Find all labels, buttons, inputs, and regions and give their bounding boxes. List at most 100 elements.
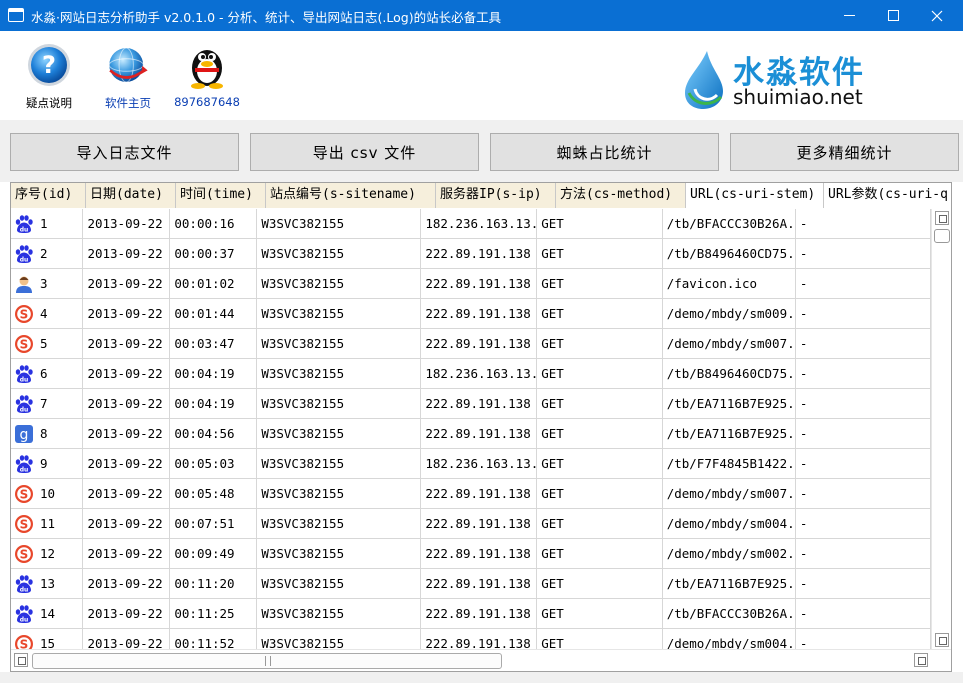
cell-sitename: W3SVC382155 [257, 269, 422, 298]
svg-text:S: S [20, 637, 29, 649]
table-row[interactable]: S 10 2013-09-22 00:05:48 W3SVC382155 222.89.1… [11, 479, 931, 509]
column-header-server-ip[interactable]: 服务器IP(s-ip) [436, 183, 556, 208]
cell-date: 2013-09-22 [83, 359, 171, 388]
svg-text:du: du [20, 466, 29, 473]
cell-method: GET [537, 209, 663, 238]
qq-number-label: 897687648 [174, 95, 240, 109]
horizontal-scrollbar[interactable] [11, 649, 951, 671]
row-id-text: 9 [40, 456, 48, 471]
svg-text:S: S [20, 487, 29, 501]
column-header-id[interactable]: 序号(id) [11, 183, 86, 208]
table-row[interactable]: du 7 2013-09-22 00:04:19 W3SVC382155 222.89.1… [11, 389, 931, 419]
sogou-spider-icon: S [14, 304, 34, 324]
scroll-right-arrow[interactable] [914, 653, 928, 667]
cell-date: 2013-09-22 [83, 269, 171, 298]
vertical-scroll-thumb[interactable] [934, 229, 950, 243]
column-header-date[interactable]: 日期(date) [86, 183, 176, 208]
table-row[interactable]: S 12 2013-09-22 00:09:49 W3SVC382155 222.89.1… [11, 539, 931, 569]
row-id-text: 1 [40, 216, 48, 231]
table-row[interactable]: S 15 2013-09-22 00:11:52 W3SVC382155 222.89.1… [11, 629, 931, 649]
cell-method: GET [537, 299, 663, 328]
maximize-button[interactable] [870, 0, 916, 31]
cell-sitename: W3SVC382155 [257, 419, 422, 448]
table-row[interactable]: du 14 2013-09-22 00:11:25 W3SVC382155 222.89.… [11, 599, 931, 629]
cell-date: 2013-09-22 [83, 599, 171, 628]
cell-uri-query: - [796, 419, 931, 448]
cell-id: du 1 [11, 209, 84, 238]
minimize-button[interactable] [826, 0, 872, 31]
export-csv-button[interactable]: 导出 csv 文件 [250, 133, 479, 171]
homepage-tool-button[interactable]: 软件主页 [93, 40, 163, 111]
column-header-uri-stem[interactable]: URL(cs-uri-stem) [686, 183, 824, 208]
cell-method: GET [537, 449, 663, 478]
scroll-left-arrow[interactable] [14, 653, 28, 667]
cell-time: 00:05:03 [170, 449, 258, 478]
cell-date: 2013-09-22 [83, 569, 171, 598]
cell-uri-stem: /tb/B8496460CD75. [663, 359, 796, 388]
sogou-spider-icon: S [14, 544, 34, 564]
help-tool-button[interactable]: ? 疑点说明 [14, 40, 84, 111]
svg-text:S: S [20, 517, 29, 531]
column-header-method[interactable]: 方法(cs-method) [556, 183, 686, 208]
table-row[interactable]: du 2 2013-09-22 00:00:37 W3SVC382155 222.89.1… [11, 239, 931, 269]
column-header-time[interactable]: 时间(time) [176, 183, 266, 208]
table-row[interactable]: du 9 2013-09-22 00:05:03 W3SVC382155 182.236.… [11, 449, 931, 479]
import-log-button[interactable]: 导入日志文件 [10, 133, 239, 171]
qq-contact-button[interactable]: 897687648 [172, 40, 242, 109]
cell-uri-stem: /demo/mbdy/sm004. [663, 629, 796, 649]
table-row[interactable]: du 13 2013-09-22 00:11:20 W3SVC382155 222.89.… [11, 569, 931, 599]
cell-server-ip: 182.236.163.13. [421, 449, 538, 478]
sogou-spider-icon: S [14, 514, 34, 534]
table-row[interactable]: S 5 2013-09-22 00:03:47 W3SVC382155 222.89.19… [11, 329, 931, 359]
table-row[interactable]: S 4 2013-09-22 00:01:44 W3SVC382155 222.89.19… [11, 299, 931, 329]
cell-date: 2013-09-22 [83, 329, 171, 358]
cell-time: 00:00:37 [170, 239, 258, 268]
cell-time: 00:11:52 [170, 629, 258, 649]
column-header-uri-query[interactable]: URL参数(cs-uri-q [824, 183, 951, 208]
cell-uri-stem: /tb/BFACCC30B26A. [663, 599, 796, 628]
close-icon [931, 10, 943, 21]
cell-uri-query: - [796, 449, 931, 478]
baidu-spider-icon: du [14, 364, 34, 384]
cell-date: 2013-09-22 [83, 449, 171, 478]
column-header-sitename[interactable]: 站点编号(s-sitename) [266, 183, 436, 208]
cell-time: 00:04:19 [170, 389, 258, 418]
cell-server-ip: 222.89.191.138 [421, 569, 538, 598]
maximize-icon [887, 10, 899, 21]
cell-sitename: W3SVC382155 [257, 449, 422, 478]
baidu-spider-icon: du [14, 604, 34, 624]
cell-uri-stem: /demo/mbdy/sm009. [663, 299, 796, 328]
detailed-stats-button[interactable]: 更多精细统计 [730, 133, 959, 171]
cell-sitename: W3SVC382155 [257, 329, 422, 358]
cell-date: 2013-09-22 [83, 209, 171, 238]
cell-sitename: W3SVC382155 [257, 359, 422, 388]
table-row[interactable]: S 11 2013-09-22 00:07:51 W3SVC382155 222.89.1… [11, 509, 931, 539]
table-row[interactable]: du 1 2013-09-22 00:00:16 W3SVC382155 182.236.… [11, 209, 931, 239]
cell-id: S 11 [11, 509, 84, 538]
log-data-grid[interactable]: 序号(id) 日期(date) 时间(time) 站点编号(s-sitename… [10, 182, 952, 672]
close-button[interactable] [914, 0, 960, 31]
horizontal-scroll-thumb[interactable] [32, 653, 502, 669]
row-id-text: 6 [40, 366, 48, 381]
cell-uri-query: - [796, 299, 931, 328]
table-row[interactable]: du 6 2013-09-22 00:04:19 W3SVC382155 182.236.… [11, 359, 931, 389]
cell-date: 2013-09-22 [83, 299, 171, 328]
cell-uri-stem: /tb/F7F4845B1422. [663, 449, 796, 478]
svg-text:S: S [20, 307, 29, 321]
cell-date: 2013-09-22 [83, 629, 171, 649]
row-id-text: 5 [40, 336, 48, 351]
cell-method: GET [537, 509, 663, 538]
scroll-down-arrow[interactable] [935, 633, 949, 647]
scroll-up-arrow[interactable] [935, 211, 949, 225]
window-title: 水淼·网站日志分析助手 v2.0.1.0 - 分析、统计、导出网站日志(.Log… [31, 10, 502, 25]
cell-method: GET [537, 599, 663, 628]
cell-sitename: W3SVC382155 [257, 539, 422, 568]
sogou-spider-icon: S [14, 484, 34, 504]
vertical-scrollbar[interactable] [931, 209, 951, 649]
table-row[interactable]: 3 2013-09-22 00:01:02 W3SVC382155 222.89.191… [11, 269, 931, 299]
svg-text:du: du [20, 406, 29, 413]
row-id-text: 13 [40, 576, 56, 591]
svg-text:du: du [20, 586, 29, 593]
table-row[interactable]: g 8 2013-09-22 00:04:56 W3SVC382155 222.89.19… [11, 419, 931, 449]
spider-stats-button[interactable]: 蜘蛛占比统计 [490, 133, 719, 171]
